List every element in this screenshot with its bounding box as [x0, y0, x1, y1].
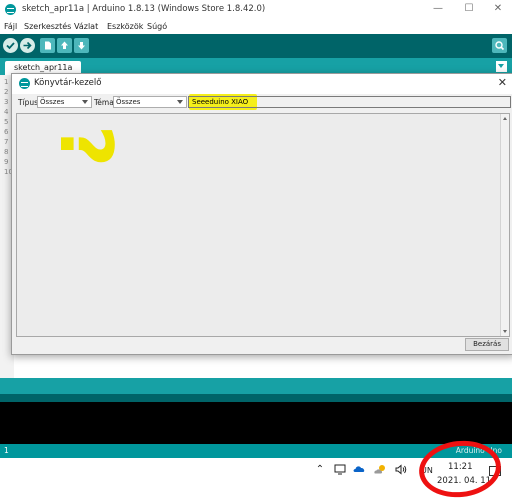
search-input[interactable]: Seeeduino XIAO	[188, 96, 511, 108]
topic-select[interactable]: Összes	[113, 96, 187, 108]
menu-help[interactable]: Súgó	[147, 22, 167, 31]
close-button[interactable]: ✕	[490, 2, 506, 16]
verify-icon[interactable]	[3, 38, 18, 53]
type-label: Típus	[18, 98, 39, 107]
new-icon[interactable]	[40, 38, 55, 53]
dialog-close-button[interactable]: Bezárás	[465, 338, 509, 351]
status-line-number: 1	[4, 446, 9, 455]
console-output[interactable]	[0, 402, 512, 444]
menu-sketch[interactable]: Vázlat	[74, 22, 98, 31]
search-input-value: Seeeduino XIAO	[192, 98, 249, 106]
dialog-title: Könyvtár-kezelő	[34, 78, 102, 88]
toolbar	[0, 34, 512, 58]
maximize-button[interactable]: ☐	[461, 2, 477, 16]
line-number: 4	[4, 108, 9, 116]
message-bar	[0, 378, 512, 394]
line-number: 2	[4, 88, 9, 96]
line-number: 9	[4, 158, 9, 166]
weather-icon[interactable]	[373, 464, 387, 479]
topic-select-value: Összes	[116, 98, 141, 106]
arduino-icon	[19, 78, 30, 89]
chevron-down-icon	[82, 100, 88, 104]
line-number: 5	[4, 118, 9, 126]
network-icon[interactable]	[333, 464, 347, 479]
save-icon[interactable]	[74, 38, 89, 53]
question-mark-annotation: ?	[43, 125, 128, 167]
menu-edit[interactable]: Szerkesztés	[24, 22, 71, 31]
minimize-button[interactable]: —	[430, 2, 446, 16]
chevron-up-icon[interactable]: ⌃	[313, 464, 327, 476]
window-title: sketch_apr11a | Arduino 1.8.13 (Windows …	[22, 4, 266, 14]
results-scrollbar[interactable]	[500, 114, 509, 336]
volume-icon[interactable]	[394, 464, 408, 479]
library-results-list[interactable]: ?	[16, 113, 510, 337]
type-select[interactable]: Összes	[37, 96, 92, 108]
scroll-down-icon[interactable]	[503, 330, 507, 333]
upload-icon[interactable]	[20, 38, 35, 53]
magnifier-icon[interactable]	[492, 38, 507, 53]
open-icon[interactable]	[57, 38, 72, 53]
line-number: 1	[4, 78, 9, 86]
menu-bar: Fájl Szerkesztés Vázlat Eszközök Súgó	[0, 20, 512, 34]
line-number: 7	[4, 138, 9, 146]
dialog-close-icon[interactable]: ✕	[498, 77, 507, 89]
message-divider	[0, 394, 512, 402]
tab-menu-icon[interactable]	[496, 61, 507, 72]
line-number: 8	[4, 148, 9, 156]
type-select-value: Összes	[40, 98, 65, 106]
chevron-down-icon	[177, 100, 183, 104]
menu-file[interactable]: Fájl	[4, 22, 17, 31]
library-manager-dialog: Könyvtár-kezelő ✕ Típus Összes Téma Össz…	[11, 73, 512, 355]
dialog-title-bar: Könyvtár-kezelő ✕	[12, 74, 512, 94]
line-number: 3	[4, 98, 9, 106]
menu-tools[interactable]: Eszközök	[107, 22, 143, 31]
onedrive-icon[interactable]	[352, 464, 366, 478]
scroll-up-icon[interactable]	[503, 117, 507, 120]
line-number: 6	[4, 128, 9, 136]
title-bar: sketch_apr11a | Arduino 1.8.13 (Windows …	[0, 0, 512, 20]
arduino-icon	[5, 4, 16, 15]
filter-row: Típus Összes Téma Összes Seeeduino XIAO	[12, 94, 512, 110]
topic-label: Téma	[94, 98, 114, 107]
